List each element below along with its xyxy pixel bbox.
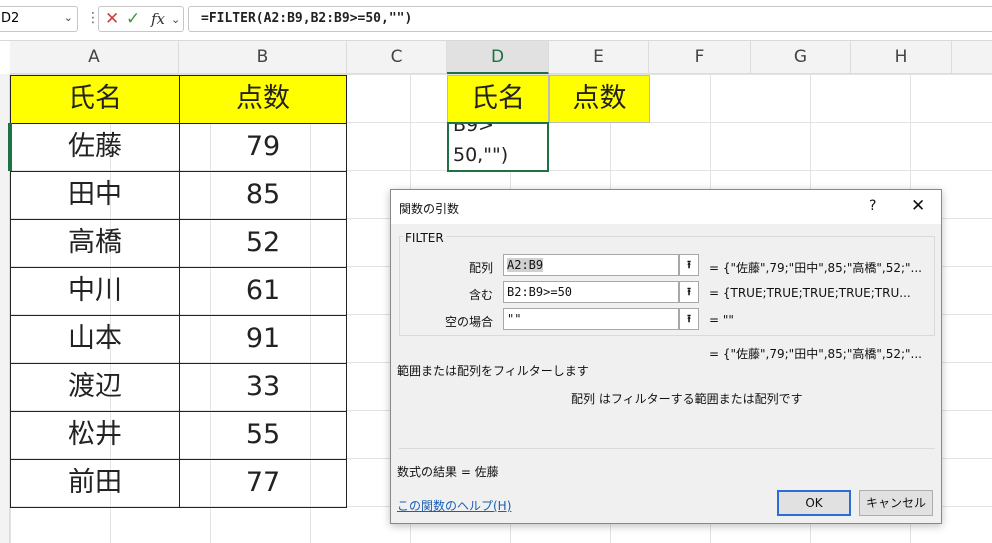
formula-result: 数式の結果 = 佐藤 bbox=[397, 465, 499, 479]
cell-score[interactable]: 85 bbox=[179, 171, 347, 220]
cell-score[interactable]: 79 bbox=[179, 123, 347, 172]
arg-input-array[interactable]: A2:B9 bbox=[503, 254, 679, 276]
column-header-a[interactable]: A bbox=[10, 41, 179, 74]
name-box[interactable]: D2 ⌄ bbox=[0, 6, 78, 32]
cancel-icon[interactable]: ✕ bbox=[105, 9, 119, 29]
editor-line-1: B9> bbox=[453, 122, 495, 136]
column-header-d[interactable]: D bbox=[447, 41, 549, 74]
active-cell-editor[interactable]: B9> 50,"") bbox=[447, 122, 549, 172]
cell-score[interactable]: 52 bbox=[179, 219, 347, 268]
cell-score[interactable]: 33 bbox=[179, 363, 347, 412]
overall-result: = {"佐藤",79;"田中",85;"高橋",52;"... bbox=[709, 347, 922, 361]
divider bbox=[399, 448, 935, 449]
result-header-score[interactable]: 点数 bbox=[549, 75, 650, 123]
collapse-dialog-icon[interactable]: ⭱ bbox=[679, 281, 699, 303]
chevron-down-icon[interactable]: ⌄ bbox=[64, 11, 73, 24]
help-link[interactable]: この関数のヘルプ(H) bbox=[397, 497, 511, 514]
drag-handle-icon[interactable]: ⋮ bbox=[86, 10, 100, 26]
argument-description: 配列 はフィルターする範囲または配列です bbox=[571, 392, 803, 406]
column-header-h[interactable]: H bbox=[851, 41, 952, 74]
result-header-name[interactable]: 氏名 bbox=[447, 75, 549, 123]
column-header-f[interactable]: F bbox=[649, 41, 751, 74]
arg-label-include: 含む bbox=[468, 288, 493, 302]
formula-bar: D2 ⌄ ⋮ ✕ ✓ fx ⌄ =FILTER(A2:B9,B2:B9>=50,… bbox=[0, 0, 992, 41]
collapse-dialog-icon[interactable]: ⭱ bbox=[679, 308, 699, 330]
arg-label-array: 配列 bbox=[468, 261, 493, 275]
ok-button[interactable]: OK bbox=[777, 490, 851, 516]
previous-selection-marker bbox=[8, 123, 12, 171]
cell-name[interactable]: 前田 bbox=[10, 459, 180, 508]
cell-name[interactable]: 中川 bbox=[10, 267, 180, 316]
help-icon[interactable]: ? bbox=[869, 198, 876, 214]
name-box-value: D2 bbox=[1, 11, 20, 26]
function-name: FILTER bbox=[403, 231, 446, 245]
arg-result-array: = {"佐藤",79;"田中",85;"高橋",52;"... bbox=[709, 261, 922, 275]
arg-input-include[interactable]: B2:B9>=50 bbox=[503, 281, 679, 303]
cancel-button[interactable]: キャンセル bbox=[859, 490, 933, 516]
arg-result-if-empty: = "" bbox=[709, 313, 734, 327]
formula-input[interactable]: =FILTER(A2:B9,B2:B9>=50,"") bbox=[188, 6, 992, 32]
editor-line-2: 50,"") bbox=[453, 144, 509, 166]
arg-value-array: A2:B9 bbox=[507, 258, 544, 272]
header-cell-name[interactable]: 氏名 bbox=[10, 75, 180, 124]
arg-result-include: = {TRUE;TRUE;TRUE;TRUE;TRU... bbox=[709, 286, 911, 300]
dialog-titlebar[interactable]: 関数の引数 ? ✕ bbox=[391, 190, 941, 224]
cell-score[interactable]: 61 bbox=[179, 267, 347, 316]
chevron-down-icon[interactable]: ⌄ bbox=[171, 13, 180, 26]
cell-name[interactable]: 高橋 bbox=[10, 219, 180, 268]
cell-name[interactable]: 渡辺 bbox=[10, 363, 180, 412]
cell-score[interactable]: 91 bbox=[179, 315, 347, 364]
cell-name[interactable]: 田中 bbox=[10, 171, 180, 220]
cell-score[interactable]: 77 bbox=[179, 459, 347, 508]
header-cell-score[interactable]: 点数 bbox=[179, 75, 347, 124]
cell-name[interactable]: 松井 bbox=[10, 411, 180, 460]
arg-input-if-empty[interactable]: "" bbox=[503, 308, 679, 330]
column-header-g[interactable]: G bbox=[751, 41, 851, 74]
function-description: 範囲または配列をフィルターします bbox=[397, 364, 589, 378]
enter-icon[interactable]: ✓ bbox=[126, 9, 140, 29]
column-header-next[interactable] bbox=[952, 41, 992, 74]
column-header-b[interactable]: B bbox=[179, 41, 347, 74]
column-header-c[interactable]: C bbox=[347, 41, 447, 74]
cell-score[interactable]: 55 bbox=[179, 411, 347, 460]
function-arguments-dialog: 関数の引数 ? ✕ FILTER 配列 A2:B9 ⭱ = {"佐藤",79;"… bbox=[390, 189, 942, 524]
collapse-dialog-icon[interactable]: ⭱ bbox=[679, 254, 699, 276]
dialog-title: 関数の引数 bbox=[399, 202, 460, 216]
cell-name[interactable]: 佐藤 bbox=[10, 123, 180, 172]
formula-buttons: ✕ ✓ fx ⌄ bbox=[98, 6, 184, 32]
column-header-e[interactable]: E bbox=[549, 41, 649, 74]
arg-label-if-empty: 空の場合 bbox=[444, 315, 493, 329]
formula-text: =FILTER(A2:B9,B2:B9>=50,"") bbox=[201, 11, 413, 26]
insert-function-icon[interactable]: fx bbox=[151, 10, 165, 28]
cell-name[interactable]: 山本 bbox=[10, 315, 180, 364]
close-icon[interactable]: ✕ bbox=[911, 196, 925, 216]
